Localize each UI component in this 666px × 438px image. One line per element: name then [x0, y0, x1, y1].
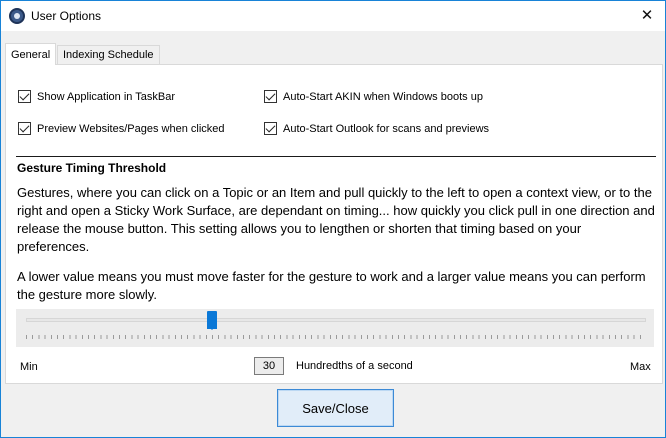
section-heading: Gesture Timing Threshold [17, 161, 167, 175]
checkbox-checked-icon[interactable] [264, 90, 277, 103]
timing-value-field[interactable]: 30 [254, 357, 284, 375]
checkbox-checked-icon[interactable] [264, 122, 277, 135]
option-show-in-taskbar[interactable]: Show Application in TaskBar [18, 90, 175, 103]
checkbox-checked-icon[interactable] [18, 90, 31, 103]
app-logo-icon [9, 8, 25, 24]
option-label: Auto-Start AKIN when Windows boots up [283, 90, 483, 103]
timing-slider[interactable] [16, 309, 654, 347]
option-autostart-akin[interactable]: Auto-Start AKIN when Windows boots up [264, 90, 483, 103]
title-bar: User Options ✕ [1, 1, 665, 31]
tab-strip: General Indexing Schedule [5, 43, 665, 65]
user-options-window: User Options ✕ General Indexing Schedule… [0, 0, 666, 438]
save-close-button[interactable]: Save/Close [277, 389, 394, 427]
slider-max-label: Max [630, 361, 651, 373]
close-button[interactable]: ✕ [635, 5, 659, 27]
option-preview-websites[interactable]: Preview Websites/Pages when clicked [18, 122, 225, 135]
checkbox-checked-icon[interactable] [18, 122, 31, 135]
slider-track[interactable] [26, 318, 646, 322]
tab-general[interactable]: General [5, 43, 57, 65]
window-title: User Options [31, 9, 102, 23]
gesture-description: Gestures, where you can click on a Topic… [17, 185, 655, 254]
section-divider [16, 156, 656, 157]
gesture-hint: A lower value means you must move faster… [17, 269, 646, 302]
slider-ticks [26, 335, 646, 339]
option-label: Show Application in TaskBar [37, 90, 175, 103]
option-autostart-outlook[interactable]: Auto-Start Outlook for scans and preview… [264, 122, 489, 135]
general-panel: Show Application in TaskBar Auto-Start A… [5, 64, 663, 384]
slider-thumb[interactable] [207, 311, 217, 330]
option-label: Preview Websites/Pages when clicked [37, 122, 225, 135]
unit-label: Hundredths of a second [296, 360, 413, 372]
slider-min-label: Min [20, 361, 38, 373]
option-label: Auto-Start Outlook for scans and preview… [283, 122, 490, 135]
tab-indexing-schedule[interactable]: Indexing Schedule [57, 45, 160, 65]
